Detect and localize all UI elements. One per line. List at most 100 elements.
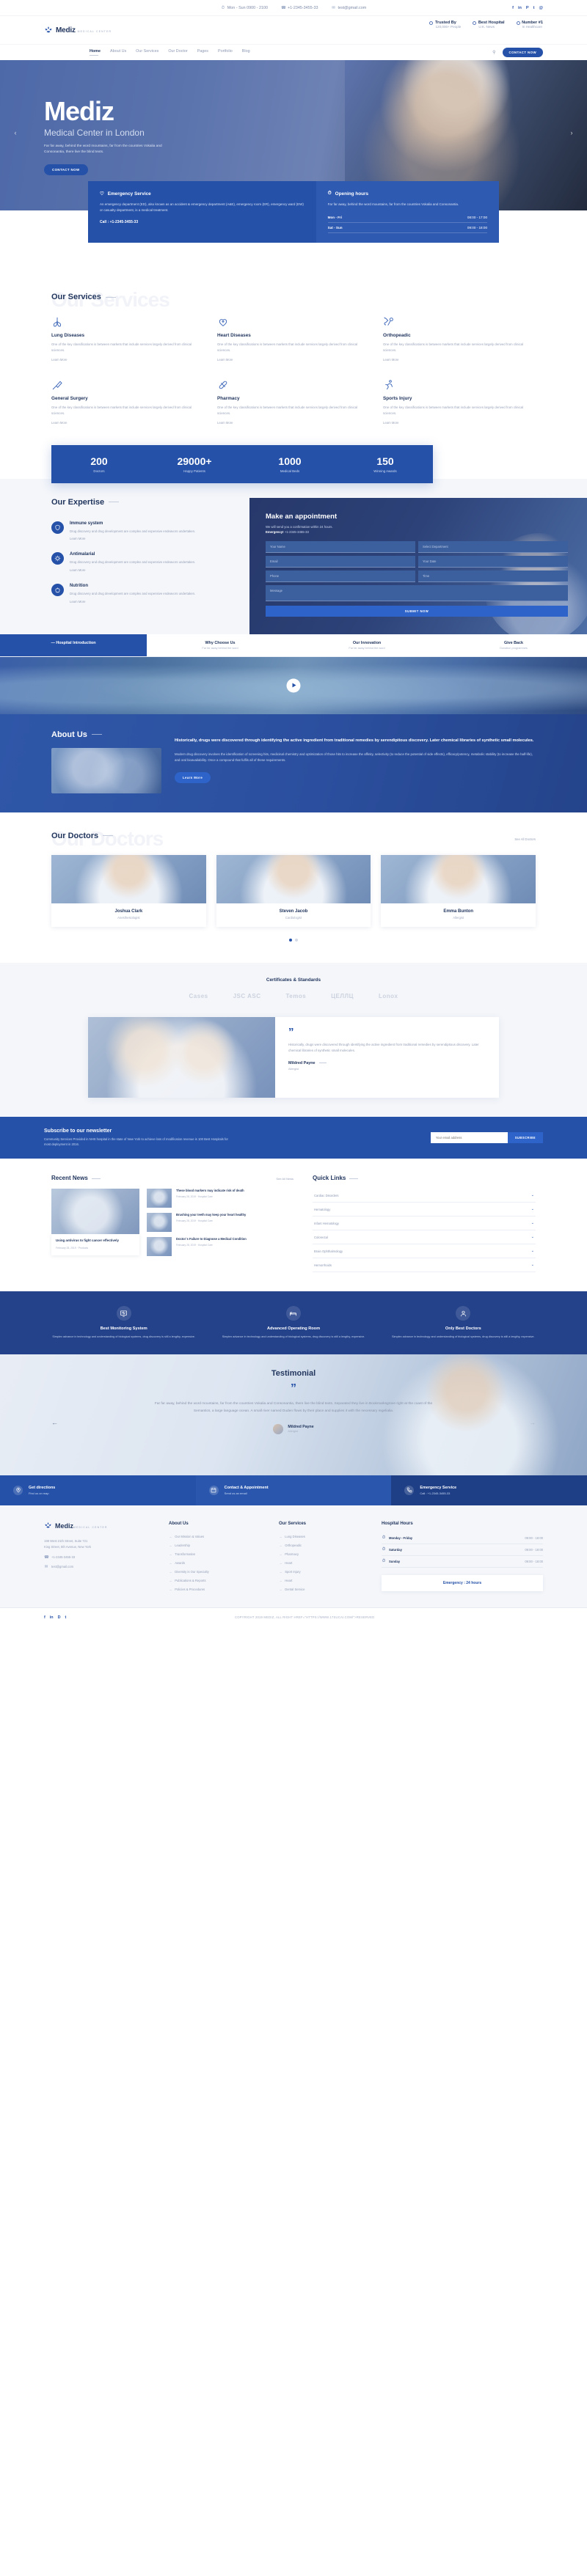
time-input[interactable] <box>418 570 568 583</box>
nav-item-portfolio[interactable]: Portfolio <box>218 49 233 56</box>
pinterest-icon[interactable]: P <box>526 6 529 10</box>
quick-link-row[interactable]: Hemorrhoids ⌄ <box>313 1258 536 1273</box>
service-card-lung[interactable]: Lung Diseases One of the key classificat… <box>51 316 204 363</box>
nav-item-blog[interactable]: Blog <box>242 49 250 56</box>
tab-why-choose-us[interactable]: Why Choose Us Far far away behind the wor… <box>147 634 294 656</box>
newsletter-email-input[interactable] <box>430 1132 508 1144</box>
submit-appointment-button[interactable]: SUBMIT NOW <box>266 606 568 617</box>
dribbble-icon[interactable]: D <box>58 1615 61 1620</box>
expertise-item-immune[interactable]: Immune system Drug discovery and drug de… <box>51 521 249 543</box>
topbar-phone-text: +1-2345-3455-33 <box>287 5 318 10</box>
footer-service-link[interactable]: → Heart <box>279 1577 367 1585</box>
date-input[interactable] <box>418 556 568 568</box>
footer-about-link[interactable]: → Transformation <box>169 1550 264 1559</box>
search-icon[interactable]: ⚲ <box>492 50 495 55</box>
footer-service-link[interactable]: → Orthopeadic <box>279 1541 367 1550</box>
footer-service-link[interactable]: → Pharmacy <box>279 1550 367 1559</box>
footer-service-link[interactable]: → Sport Injury <box>279 1568 367 1577</box>
service-card-surgery[interactable]: General Surgery One of the key classific… <box>51 379 204 426</box>
footer-about-link[interactable]: → Diversity is Our Specialty <box>169 1568 264 1577</box>
brand-logo[interactable]: Mediz MEDICAL CENTER <box>44 26 112 34</box>
doctor-card[interactable]: Emma Bunton Allergist <box>381 854 536 927</box>
nav-item-home[interactable]: Home <box>90 49 101 56</box>
linkedin-icon[interactable]: in <box>518 6 522 10</box>
service-card-pharmacy[interactable]: Pharmacy One of the key classifications … <box>217 379 370 426</box>
footer-about-link[interactable]: → Publications & Reports <box>169 1577 264 1585</box>
footer-service-link[interactable]: → Heart <box>279 1559 367 1568</box>
footer-logo[interactable]: MedizMEDICAL CENTER <box>44 1522 154 1532</box>
hero-contact-button[interactable]: CONTACT NOW <box>44 164 88 176</box>
tab-give-back[interactable]: Give Back Donation programmes <box>440 634 587 656</box>
cta-emergency[interactable]: Emergency Service Call : +1-2345-3455-33 <box>391 1475 587 1505</box>
carousel-dot[interactable] <box>289 938 292 942</box>
footer-about-link[interactable]: → Awards <box>169 1559 264 1568</box>
topbar-email[interactable]: ✉ test@gmail.com <box>331 6 366 10</box>
about-learn-more-button[interactable]: Learn More <box>175 771 211 783</box>
service-learn-more[interactable]: Learn More <box>383 421 398 425</box>
quick-link-row[interactable]: Brain Ophthalmology ⌄ <box>313 1244 536 1259</box>
nav-item-doctor[interactable]: Our Doctor <box>168 49 187 56</box>
quick-link-row[interactable]: Hematology ⌄ <box>313 1203 536 1217</box>
topbar-phone[interactable]: ☎ +1-2345-3455-33 <box>281 6 318 10</box>
news-list-item[interactable]: These blood markers may indicate risk of… <box>147 1189 294 1208</box>
see-all-news-link[interactable]: See All News <box>276 1177 294 1181</box>
appointment-emergency-phone[interactable]: +1-2345-3455-33 <box>285 530 309 534</box>
service-learn-more[interactable]: Learn More <box>51 421 67 425</box>
doctors-carousel-dots[interactable] <box>51 936 536 944</box>
see-all-doctors-link[interactable]: See All Doctors <box>514 837 536 841</box>
facebook-icon[interactable]: f <box>44 1615 45 1620</box>
linkedin-icon[interactable]: in <box>50 1615 54 1620</box>
footer-about-link[interactable]: → Policies & Procedures <box>169 1585 264 1594</box>
message-textarea[interactable] <box>266 585 568 602</box>
footer-service-link[interactable]: → Lung Diseases <box>279 1533 367 1541</box>
nav-item-pages[interactable]: Pages <box>197 49 208 56</box>
footer-about-link[interactable]: → Leadership <box>169 1541 264 1550</box>
newsletter-subscribe-button[interactable]: SUBSCRIBE <box>507 1132 543 1144</box>
email-input[interactable] <box>266 556 415 568</box>
play-button-icon[interactable] <box>286 678 301 693</box>
footer-about-link[interactable]: → Our Mission & Values <box>169 1533 264 1541</box>
nav-item-services[interactable]: Our Services <box>136 49 158 56</box>
news-featured-card[interactable]: Using antivirus to fight cancer effectiv… <box>51 1189 139 1256</box>
footer-service-link[interactable]: → Dental Service <box>279 1585 367 1594</box>
twitter-icon[interactable]: t <box>533 6 535 10</box>
expertise-learn-more[interactable]: Learn More <box>70 568 85 572</box>
quick-link-row[interactable]: Cardiac Disorders ⌄ <box>313 1189 536 1203</box>
news-list-item[interactable]: Doctor`s Failure to Diagnose a Medical C… <box>147 1237 294 1257</box>
service-card-orthopeadic[interactable]: Orthopeadic One of the key classificatio… <box>383 316 536 363</box>
service-learn-more[interactable]: Learn More <box>51 358 67 362</box>
service-card-sports[interactable]: Sports Injury One of the key classificat… <box>383 379 536 426</box>
name-input[interactable] <box>266 541 415 554</box>
phone-input[interactable] <box>266 570 415 583</box>
news-list-item[interactable]: Brushing your teeth may keep your heart … <box>147 1213 294 1233</box>
emergency-phone[interactable]: Call : +1-2345-3455-33 <box>100 220 305 224</box>
department-input[interactable] <box>418 541 568 554</box>
facebook-icon[interactable]: f <box>512 6 514 10</box>
expertise-learn-more[interactable]: Learn More <box>70 600 85 603</box>
expertise-learn-more[interactable]: Learn More <box>70 537 85 540</box>
footer-email[interactable]: ✉ test@gmail.com <box>44 1565 154 1569</box>
expertise-item-antimalarial[interactable]: Antimalarial Drug discovery and drug dev… <box>51 552 249 573</box>
main-navigation: Home About Us Our Services Our Doctor Pa… <box>0 44 587 60</box>
expertise-item-nutrition[interactable]: Nutrition Drug discovery and drug develo… <box>51 584 249 605</box>
instagram-icon[interactable]: @ <box>539 6 543 10</box>
tab-our-innovation[interactable]: Our Innovation Far far away behind the wo… <box>294 634 440 656</box>
service-learn-more[interactable]: Learn More <box>217 421 233 425</box>
service-card-heart[interactable]: Heart Diseases One of the key classifica… <box>217 316 370 363</box>
carousel-dot[interactable] <box>295 938 298 942</box>
cta-appointment[interactable]: Contact & Appointment Send us an email <box>195 1475 392 1505</box>
tab-hospital-introduction[interactable]: Hospital Introduction <box>0 634 147 656</box>
contact-now-button[interactable]: CONTACT NOW <box>502 48 543 57</box>
footer-hours-heading: Hospital Hours <box>382 1521 413 1526</box>
service-learn-more[interactable]: Learn More <box>217 358 233 362</box>
hero-next-arrow[interactable]: › <box>566 128 577 138</box>
nav-item-about[interactable]: About Us <box>110 49 126 56</box>
hero-prev-arrow[interactable]: ‹ <box>10 128 21 138</box>
cta-directions[interactable]: Get directions Find us on map <box>0 1475 196 1505</box>
footer-phone[interactable]: ☎ +1-2345-3455-33 <box>44 1555 154 1560</box>
doctor-card[interactable]: Steven Jacob Cardiologist <box>216 854 371 927</box>
quick-link-row[interactable]: Colorectal ⌄ <box>313 1230 536 1245</box>
service-learn-more[interactable]: Learn More <box>383 358 398 362</box>
doctor-card[interactable]: Joshua Clark Anesthesiologist <box>51 854 206 927</box>
quick-link-row[interactable]: Infant Hematology ⌄ <box>313 1217 536 1231</box>
